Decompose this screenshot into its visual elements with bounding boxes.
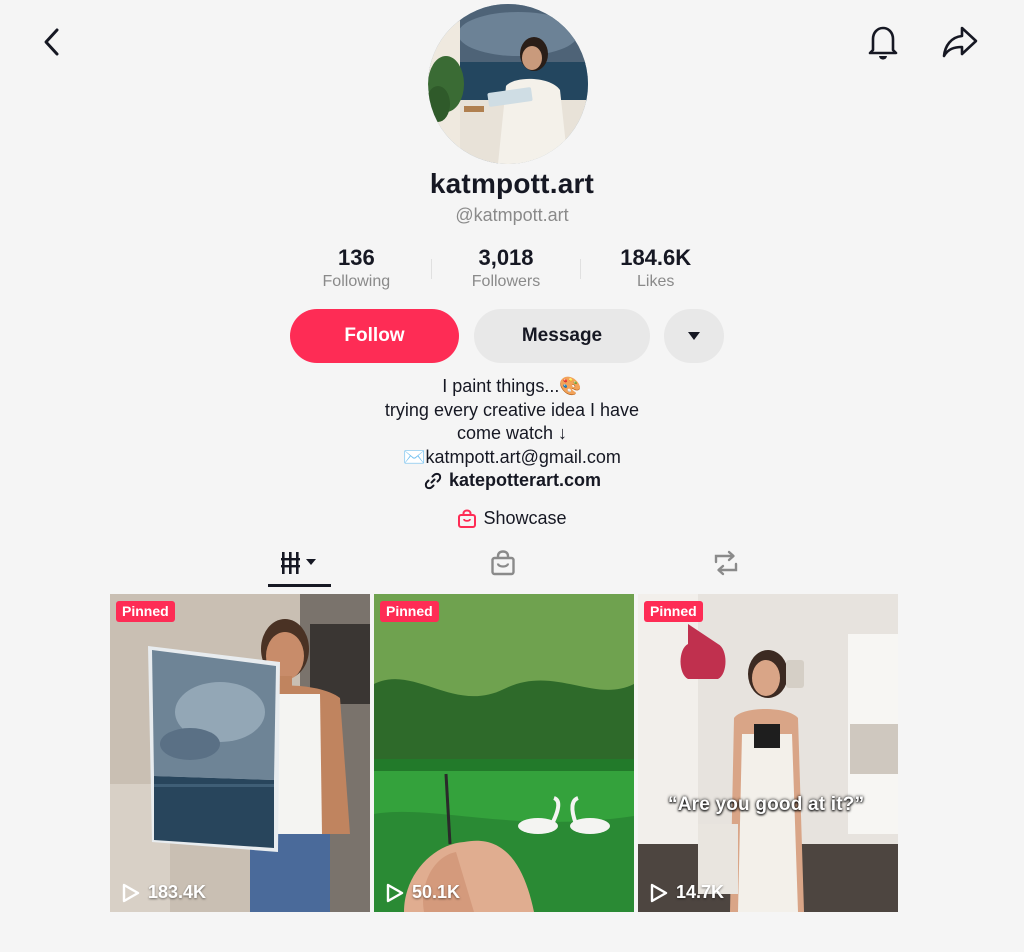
video-grid: Pinned 183.4K Pinned 50.1K Pinned “Are y… [110,594,906,912]
stat-value: 136 [337,245,375,270]
message-button[interactable]: Message [474,309,650,363]
follow-button[interactable]: Follow [290,309,459,363]
display-name: katmpott.art [429,168,595,199]
shop-bag-icon [491,550,515,576]
play-icon [122,883,140,902]
video-tile[interactable]: Pinned 183.4K [110,594,370,912]
back-button[interactable] [30,20,74,64]
view-count-text: 183.4K [148,882,207,902]
bio-line: trying every creative idea I have [384,399,640,420]
video-thumbnail [638,594,898,912]
pinned-badge: Pinned [116,601,175,622]
share-arrow-icon [942,26,978,58]
chevron-left-icon [44,28,59,56]
active-tab-indicator [268,584,331,587]
tab-shop[interactable] [471,540,535,586]
bio-link[interactable]: katepotterart.com [0,470,1024,491]
stats-bar: 136 Following 3,018 Followers 184.6K Lik… [282,245,730,295]
repost-icon [714,550,738,576]
bio-line: come watch ↓ [456,423,568,443]
play-icon [650,883,668,902]
stat-label: Likes [637,273,675,290]
notifications-button[interactable] [861,20,905,64]
stat-likes: 184.6K Likes [581,245,730,295]
bio-link-text: katepotterart.com [448,470,602,490]
suggested-accounts-button[interactable] [664,309,724,363]
stat-followers[interactable]: 3,018 Followers [432,245,581,295]
pinned-badge: Pinned [644,601,703,622]
bio: I paint things...🎨 trying every creative… [0,375,1024,469]
shopping-bag-icon [458,508,477,528]
avatar-photo [428,4,588,164]
content-tabs [0,540,1024,590]
tab-reposts[interactable] [694,540,758,586]
video-tile[interactable]: Pinned 50.1K [374,594,634,912]
video-caption: “Are you good at it?” [668,794,865,815]
caret-down-icon [688,332,700,340]
bell-icon [868,26,898,60]
share-button[interactable] [938,20,982,64]
video-thumbnail [110,594,370,912]
showcase-label: Showcase [483,508,567,528]
pinned-badge: Pinned [380,601,439,622]
stat-label: Following [322,273,391,290]
showcase-button[interactable]: Showcase [0,508,1024,529]
stat-value: 3,018 [478,245,534,270]
stat-following[interactable]: 136 Following [282,245,431,295]
bio-line: I paint things...🎨 [442,376,582,396]
stat-label: Followers [471,273,541,290]
tab-videos[interactable] [268,540,332,586]
view-count: 50.1K [386,882,460,903]
link-icon [424,472,442,489]
handle: @katmpott.art [455,205,569,225]
view-count-text: 14.7K [676,882,725,902]
play-icon [386,883,404,902]
video-tile[interactable]: Pinned “Are you good at it?” 14.7K [638,594,898,912]
view-count: 14.7K [650,882,724,903]
video-thumbnail [374,594,634,912]
stat-value: 184.6K [620,245,692,270]
videos-grid-icon [281,552,316,574]
view-count-text: 50.1K [412,882,461,902]
bio-email: ✉️katmpott.art@gmail.com [403,446,621,467]
view-count: 183.4K [122,882,206,903]
avatar[interactable] [428,4,588,164]
